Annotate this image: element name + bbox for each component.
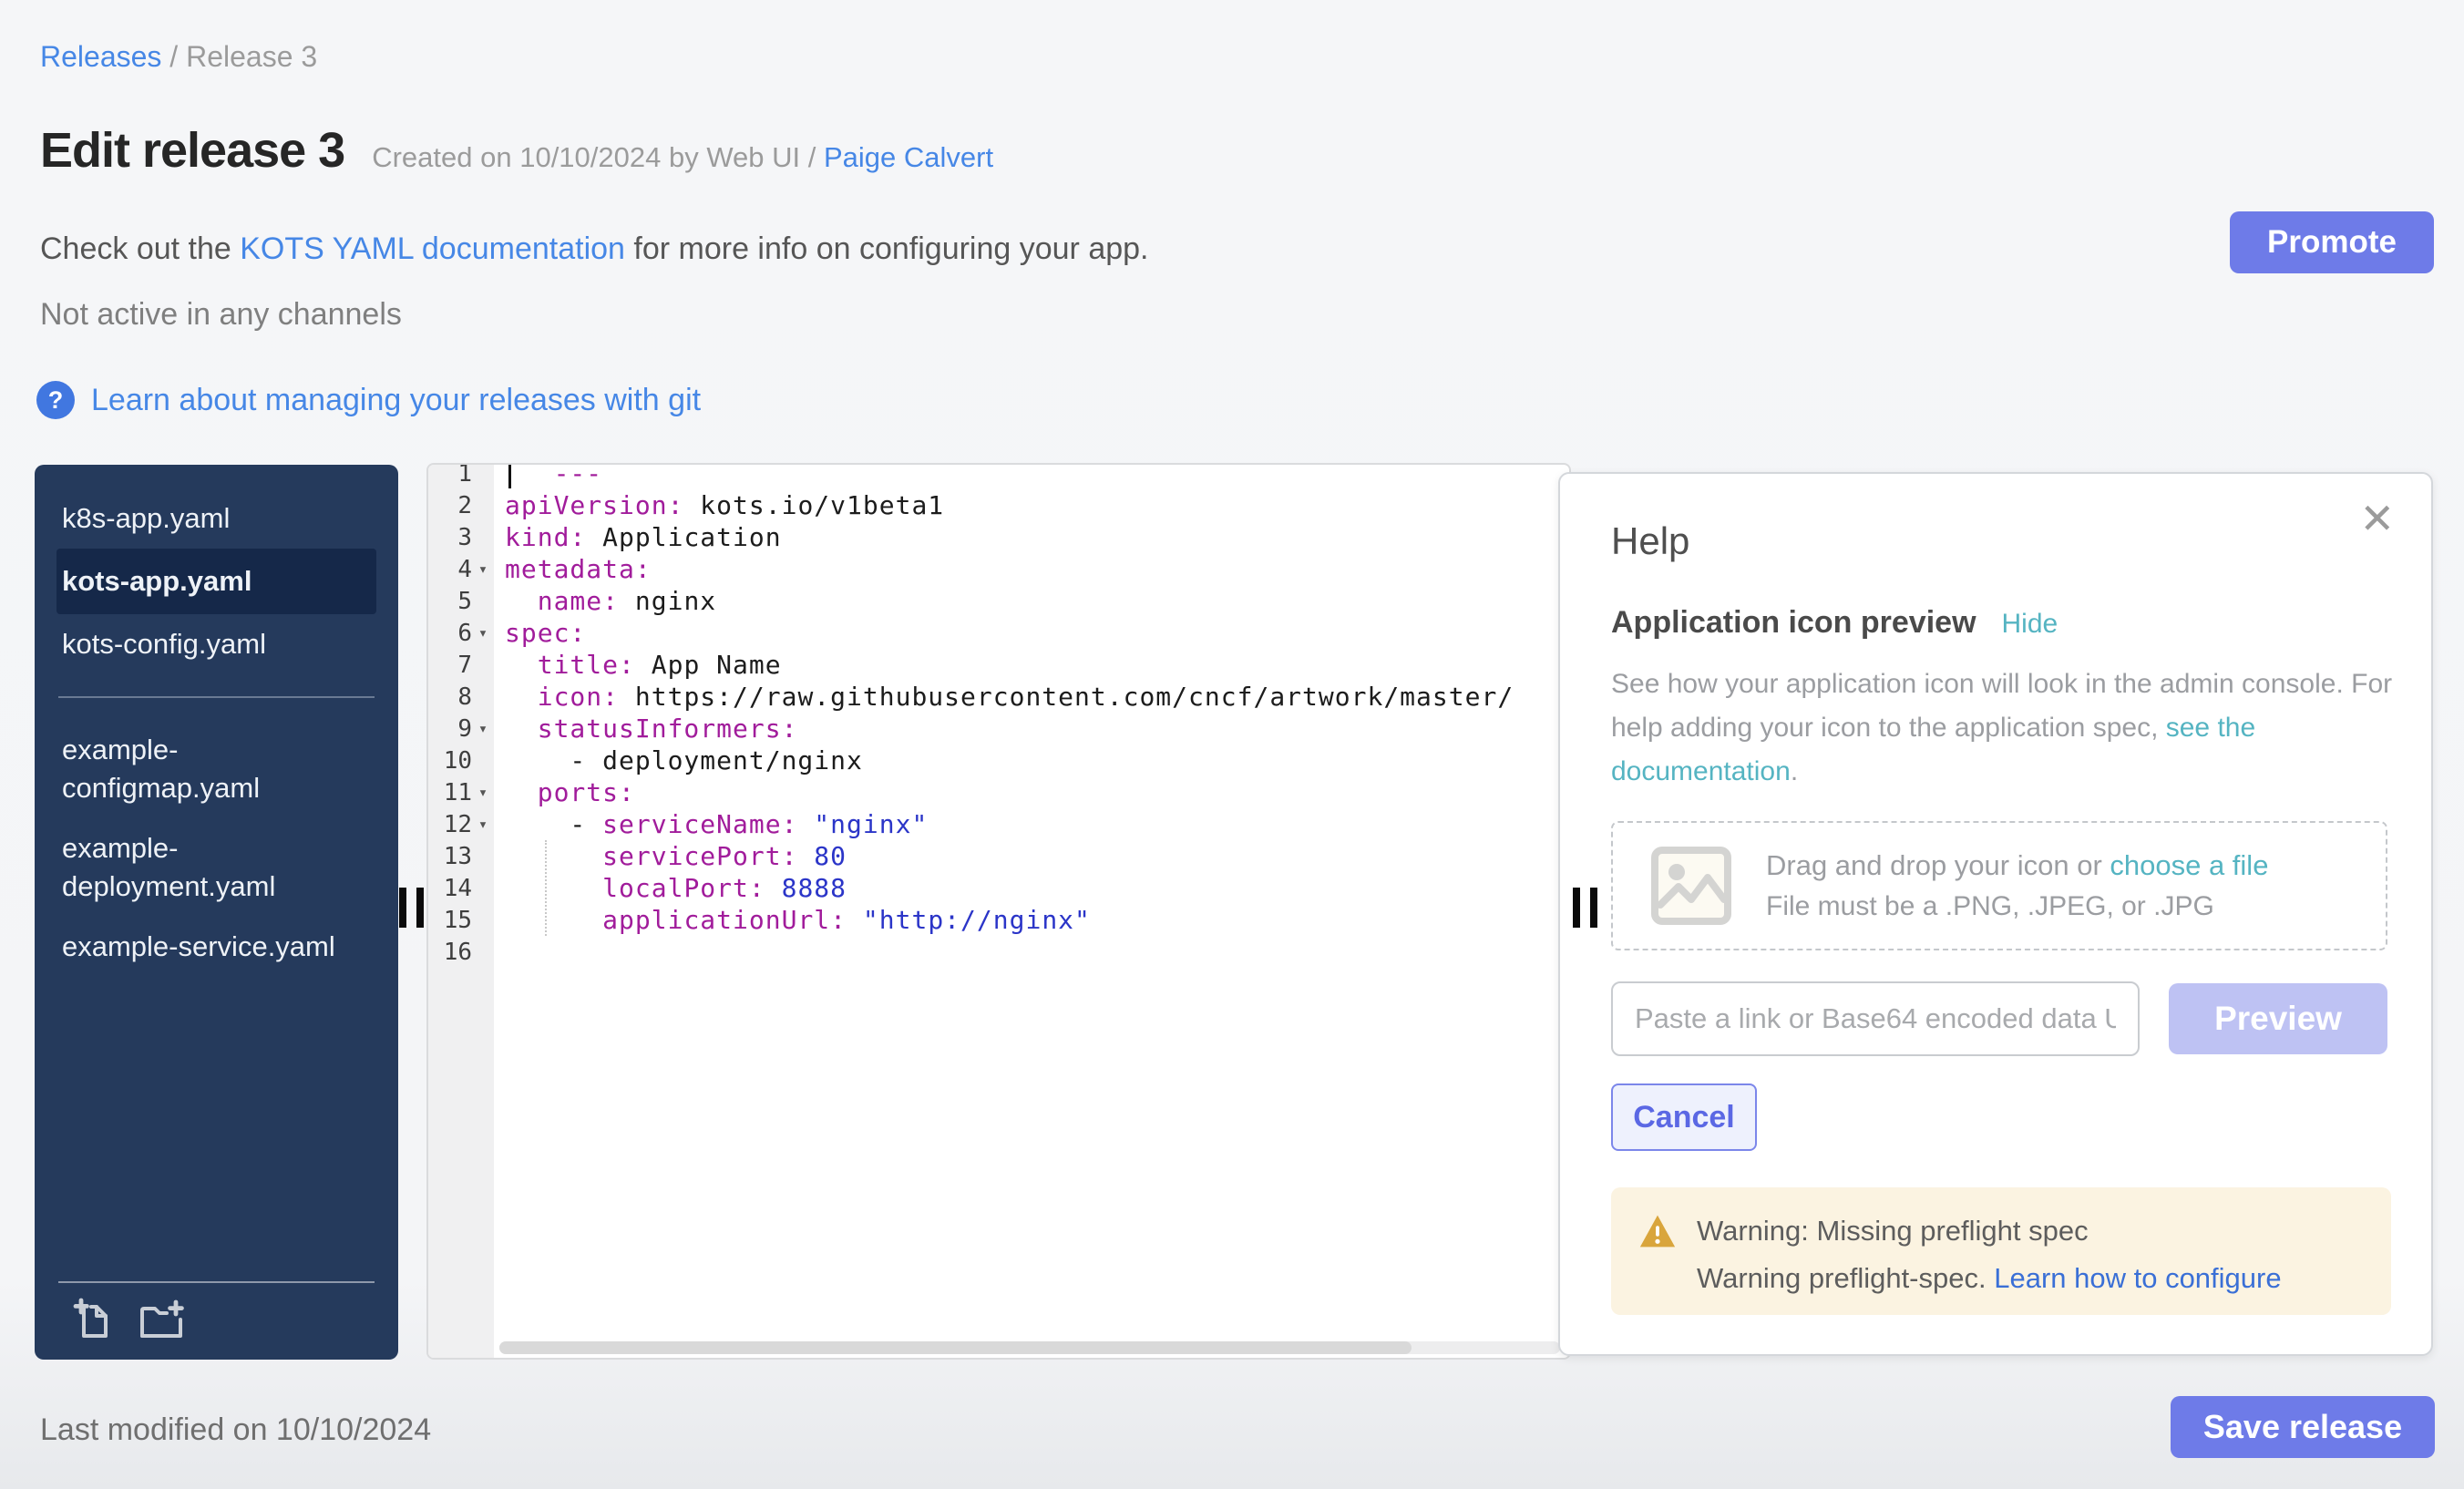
file-label: example-service.yaml (62, 928, 371, 966)
icon-preview-title: Application icon preview (1611, 605, 1976, 641)
warning-title: Warning: Missing preflight spec (1697, 1215, 2089, 1248)
dropzone-text: Drag and drop your icon or choose a file (1766, 849, 2268, 882)
file-label: kots-app.yaml (62, 562, 371, 601)
icon-url-row: Preview (1611, 981, 2387, 1056)
code-lines: ---apiVersion: kots.io/v1beta1kind: Appl… (505, 465, 1569, 968)
kots-yaml-docs-link[interactable]: KOTS YAML documentation (240, 231, 625, 266)
file-label: kots-config.yaml (62, 625, 371, 663)
file-label: configmap.yaml (62, 769, 371, 807)
promote-button[interactable]: Promote (2230, 211, 2434, 273)
icon-preview-section-header: Application icon preview Hide (1611, 605, 2387, 641)
sidebar-item-kots-app-yaml[interactable]: kots-app.yaml (56, 549, 376, 614)
hide-link[interactable]: Hide (2002, 609, 2058, 640)
dropzone-filetypes: File must be a .PNG, .JPEG, or .JPG (1766, 891, 2268, 922)
text-cursor (508, 465, 511, 488)
sidebar-item-example-service-yaml[interactable]: example-service.yaml (56, 917, 376, 977)
file-tree-sidebar: k8s-app.yaml kots-app.yaml kots-config.y… (35, 465, 398, 1360)
preview-button[interactable]: Preview (2169, 983, 2387, 1054)
warning-detail: Warning preflight-spec. Learn how to con… (1638, 1262, 2366, 1295)
breadcrumb-separator: / (169, 40, 186, 73)
gutter-lines: 1234▾56▾789▾1011▾12▾13141516 (428, 465, 494, 968)
file-label: k8s-app.yaml (62, 499, 371, 538)
preflight-warning-box: Warning: Missing preflight spec Warning … (1611, 1187, 2391, 1315)
pane-resize-handle-left[interactable] (399, 888, 424, 928)
icon-dropzone[interactable]: Drag and drop your icon or choose a file… (1611, 821, 2387, 950)
save-release-button[interactable]: Save release (2171, 1396, 2435, 1458)
docs-text-before: Check out the (40, 231, 240, 266)
choose-a-file-link[interactable]: choose a file (2110, 849, 2268, 881)
add-folder-icon[interactable] (139, 1298, 188, 1341)
channel-status: Not active in any channels (40, 297, 402, 333)
docs-line: Check out the KOTS YAML documentation fo… (40, 231, 1149, 267)
image-placeholder-icon (1649, 845, 1733, 927)
git-releases-link[interactable]: Learn about managing your releases with … (91, 383, 701, 418)
sidebar-bottom-bar (56, 1281, 376, 1341)
indent-guide (545, 840, 547, 936)
yaml-editor[interactable]: 1234▾56▾789▾1011▾12▾13141516 ---apiVersi… (426, 463, 1571, 1360)
sidebar-item-k8s-app-yaml[interactable]: k8s-app.yaml (56, 488, 376, 549)
breadcrumb-releases-link[interactable]: Releases (40, 40, 161, 73)
pane-resize-handle-right[interactable] (1573, 888, 1597, 928)
help-panel: ✕ Help Application icon preview Hide See… (1558, 472, 2433, 1356)
sidebar-bottom-divider (58, 1281, 375, 1283)
created-author-link[interactable]: Paige Calvert (824, 141, 993, 173)
editor-gutter: 1234▾56▾789▾1011▾12▾13141516 (428, 465, 494, 1358)
file-label: example- (62, 731, 371, 769)
help-title: Help (1611, 519, 2387, 563)
page-title: Edit release 3 (40, 122, 344, 179)
sidebar-item-kots-config-yaml[interactable]: kots-config.yaml (56, 614, 376, 674)
sidebar-divider (58, 696, 375, 698)
created-line: Created on 10/10/2024 by Web UI / Paige … (372, 141, 993, 174)
close-icon[interactable]: ✕ (2359, 498, 2395, 539)
description-text: See how your application icon will look … (1611, 669, 2392, 743)
cancel-button[interactable]: Cancel (1611, 1083, 1757, 1151)
warning-icon (1638, 1213, 1677, 1249)
horizontal-scrollbar[interactable] (499, 1341, 1560, 1354)
breadcrumb-current: Release 3 (186, 40, 317, 73)
title-row: Edit release 3 Created on 10/10/2024 by … (40, 122, 993, 179)
horizontal-scrollbar-thumb[interactable] (499, 1341, 1412, 1354)
git-help-row: ? Learn about managing your releases wit… (36, 381, 701, 419)
description-period: . (1791, 756, 1798, 786)
file-label: example- (62, 829, 371, 868)
sidebar-item-example-configmap-yaml[interactable]: example- configmap.yaml (56, 720, 376, 818)
question-icon: ? (36, 381, 75, 419)
learn-how-to-configure-link[interactable]: Learn how to configure (1994, 1262, 2281, 1294)
created-text: Created on 10/10/2024 by Web UI / (372, 141, 816, 173)
icon-url-input[interactable] (1611, 981, 2140, 1056)
docs-text-after: for more info on configuring your app. (625, 231, 1149, 266)
sidebar-item-example-deployment-yaml[interactable]: example- deployment.yaml (56, 818, 376, 917)
icon-preview-description: See how your application icon will look … (1611, 662, 2397, 794)
breadcrumb: Releases / Release 3 (40, 40, 317, 74)
add-file-icon[interactable] (73, 1298, 115, 1341)
file-label: deployment.yaml (62, 868, 371, 906)
editor-code-area[interactable]: ---apiVersion: kots.io/v1beta1kind: Appl… (505, 465, 1569, 1358)
last-modified-text: Last modified on 10/10/2024 (40, 1412, 431, 1448)
